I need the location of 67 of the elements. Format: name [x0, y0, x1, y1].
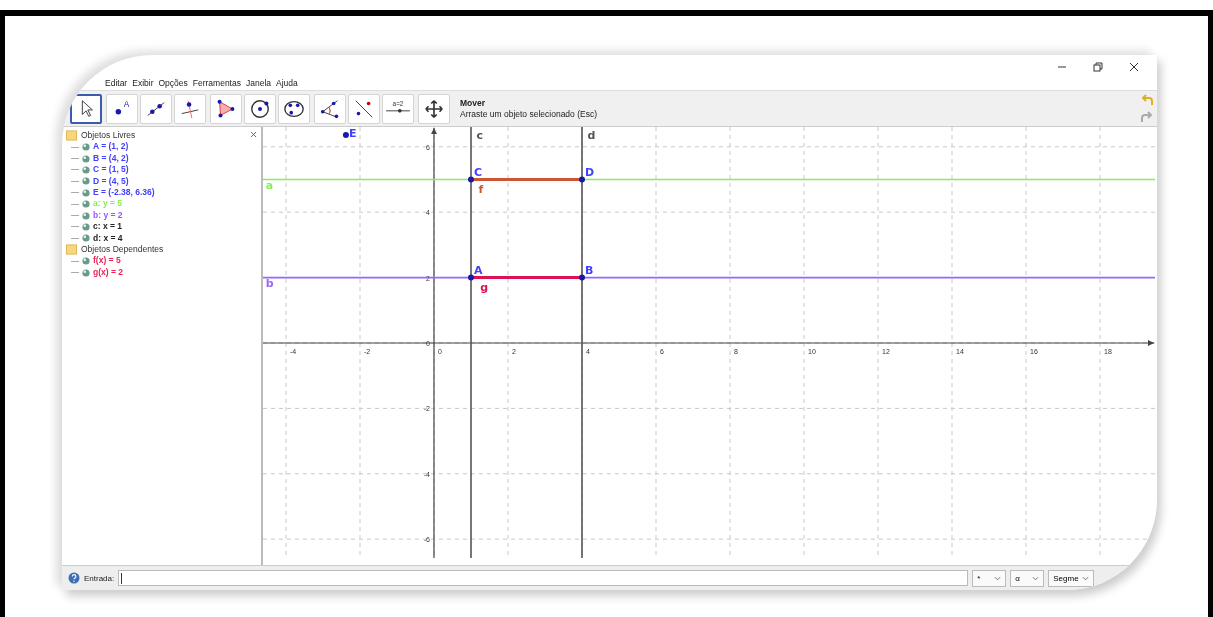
visibility-ball-icon[interactable]: [82, 257, 90, 266]
menu-item[interactable]: Exibir: [132, 78, 154, 88]
algebra-entry[interactable]: g(x) = 2: [93, 266, 123, 279]
visibility-ball-icon[interactable]: [82, 222, 90, 231]
visibility-ball-icon[interactable]: [82, 234, 90, 243]
caret-icon: [994, 575, 1002, 581]
point[interactable]: [579, 176, 585, 183]
algebra-entry[interactable]: A = (1, 2): [93, 141, 129, 153]
input-label: Entrada:: [84, 573, 115, 583]
tool-name: Mover: [460, 97, 486, 109]
point-label: E: [348, 127, 357, 140]
caret-icon: [1081, 575, 1089, 581]
move-arrows-icon: [423, 97, 445, 120]
point-label: A: [474, 263, 483, 277]
segment[interactable]: [471, 276, 582, 280]
folder-label[interactable]: Objetos Dependentes: [81, 244, 164, 256]
close-icon[interactable]: [250, 131, 257, 138]
tool-button[interactable]: [70, 93, 102, 124]
line-label: b: [265, 277, 274, 291]
visibility-ball-icon[interactable]: [82, 211, 90, 220]
line-label: a: [265, 179, 274, 193]
algebra-entry[interactable]: C = (1, 5): [93, 164, 129, 176]
segment-label: f: [478, 182, 484, 196]
folder-icon: [66, 130, 77, 142]
point[interactable]: [468, 176, 474, 183]
algebra-entry[interactable]: f(x) = 5: [93, 255, 121, 267]
visibility-ball-icon[interactable]: [82, 177, 90, 186]
point[interactable]: [342, 132, 349, 139]
menu-item[interactable]: Ferramentas: [192, 78, 241, 88]
help-icon[interactable]: [68, 572, 80, 584]
tool-description: Arraste um objeto selecionado (Esc): [460, 108, 597, 120]
folder-icon: [66, 244, 77, 256]
visibility-ball-icon[interactable]: [82, 268, 90, 277]
algebra-entry[interactable]: b: y = 2: [93, 209, 123, 222]
point-label: C: [474, 165, 483, 179]
caret-icon: [1032, 575, 1040, 581]
algebra-entry[interactable]: D = (4, 5): [93, 175, 129, 188]
input-field[interactable]: [118, 570, 969, 586]
algebra-entry[interactable]: B = (4, 2): [93, 152, 129, 165]
symbol-dropdown[interactable]: *: [972, 569, 1007, 587]
menu-item[interactable]: Ajuda: [276, 78, 298, 88]
line-label: c: [476, 128, 484, 142]
visibility-ball-icon[interactable]: [82, 154, 90, 163]
line-label: d: [587, 128, 596, 142]
visibility-ball-icon[interactable]: [82, 165, 90, 174]
point-label: B: [585, 263, 594, 277]
symbol-dropdown[interactable]: Segme: [1048, 569, 1094, 587]
redo-icon[interactable]: [1140, 110, 1154, 124]
menu-item[interactable]: Opções: [158, 78, 188, 88]
restore-icon[interactable]: [1093, 61, 1103, 72]
segment-label: g: [480, 280, 489, 294]
menu-item[interactable]: Editar: [105, 78, 128, 88]
menu-item[interactable]: Janela: [245, 78, 272, 88]
folder-label[interactable]: Objetos Livres: [81, 130, 136, 142]
point-label: D: [585, 165, 595, 179]
close-icon[interactable]: [1129, 61, 1139, 72]
point[interactable]: [579, 274, 585, 281]
visibility-ball-icon[interactable]: [82, 188, 90, 197]
visibility-ball-icon[interactable]: [82, 200, 90, 209]
triangle-icon: [215, 97, 237, 120]
algebra-entry[interactable]: c: x = 1: [93, 221, 123, 233]
visibility-ball-icon[interactable]: [82, 143, 90, 152]
symbol-dropdown[interactable]: α: [1010, 569, 1045, 587]
point[interactable]: [468, 274, 474, 281]
circle-icon: [249, 97, 271, 120]
algebra-entry[interactable]: E = (-2.38, 6.36): [93, 187, 155, 199]
algebra-entry[interactable]: d: x = 4: [93, 232, 123, 245]
